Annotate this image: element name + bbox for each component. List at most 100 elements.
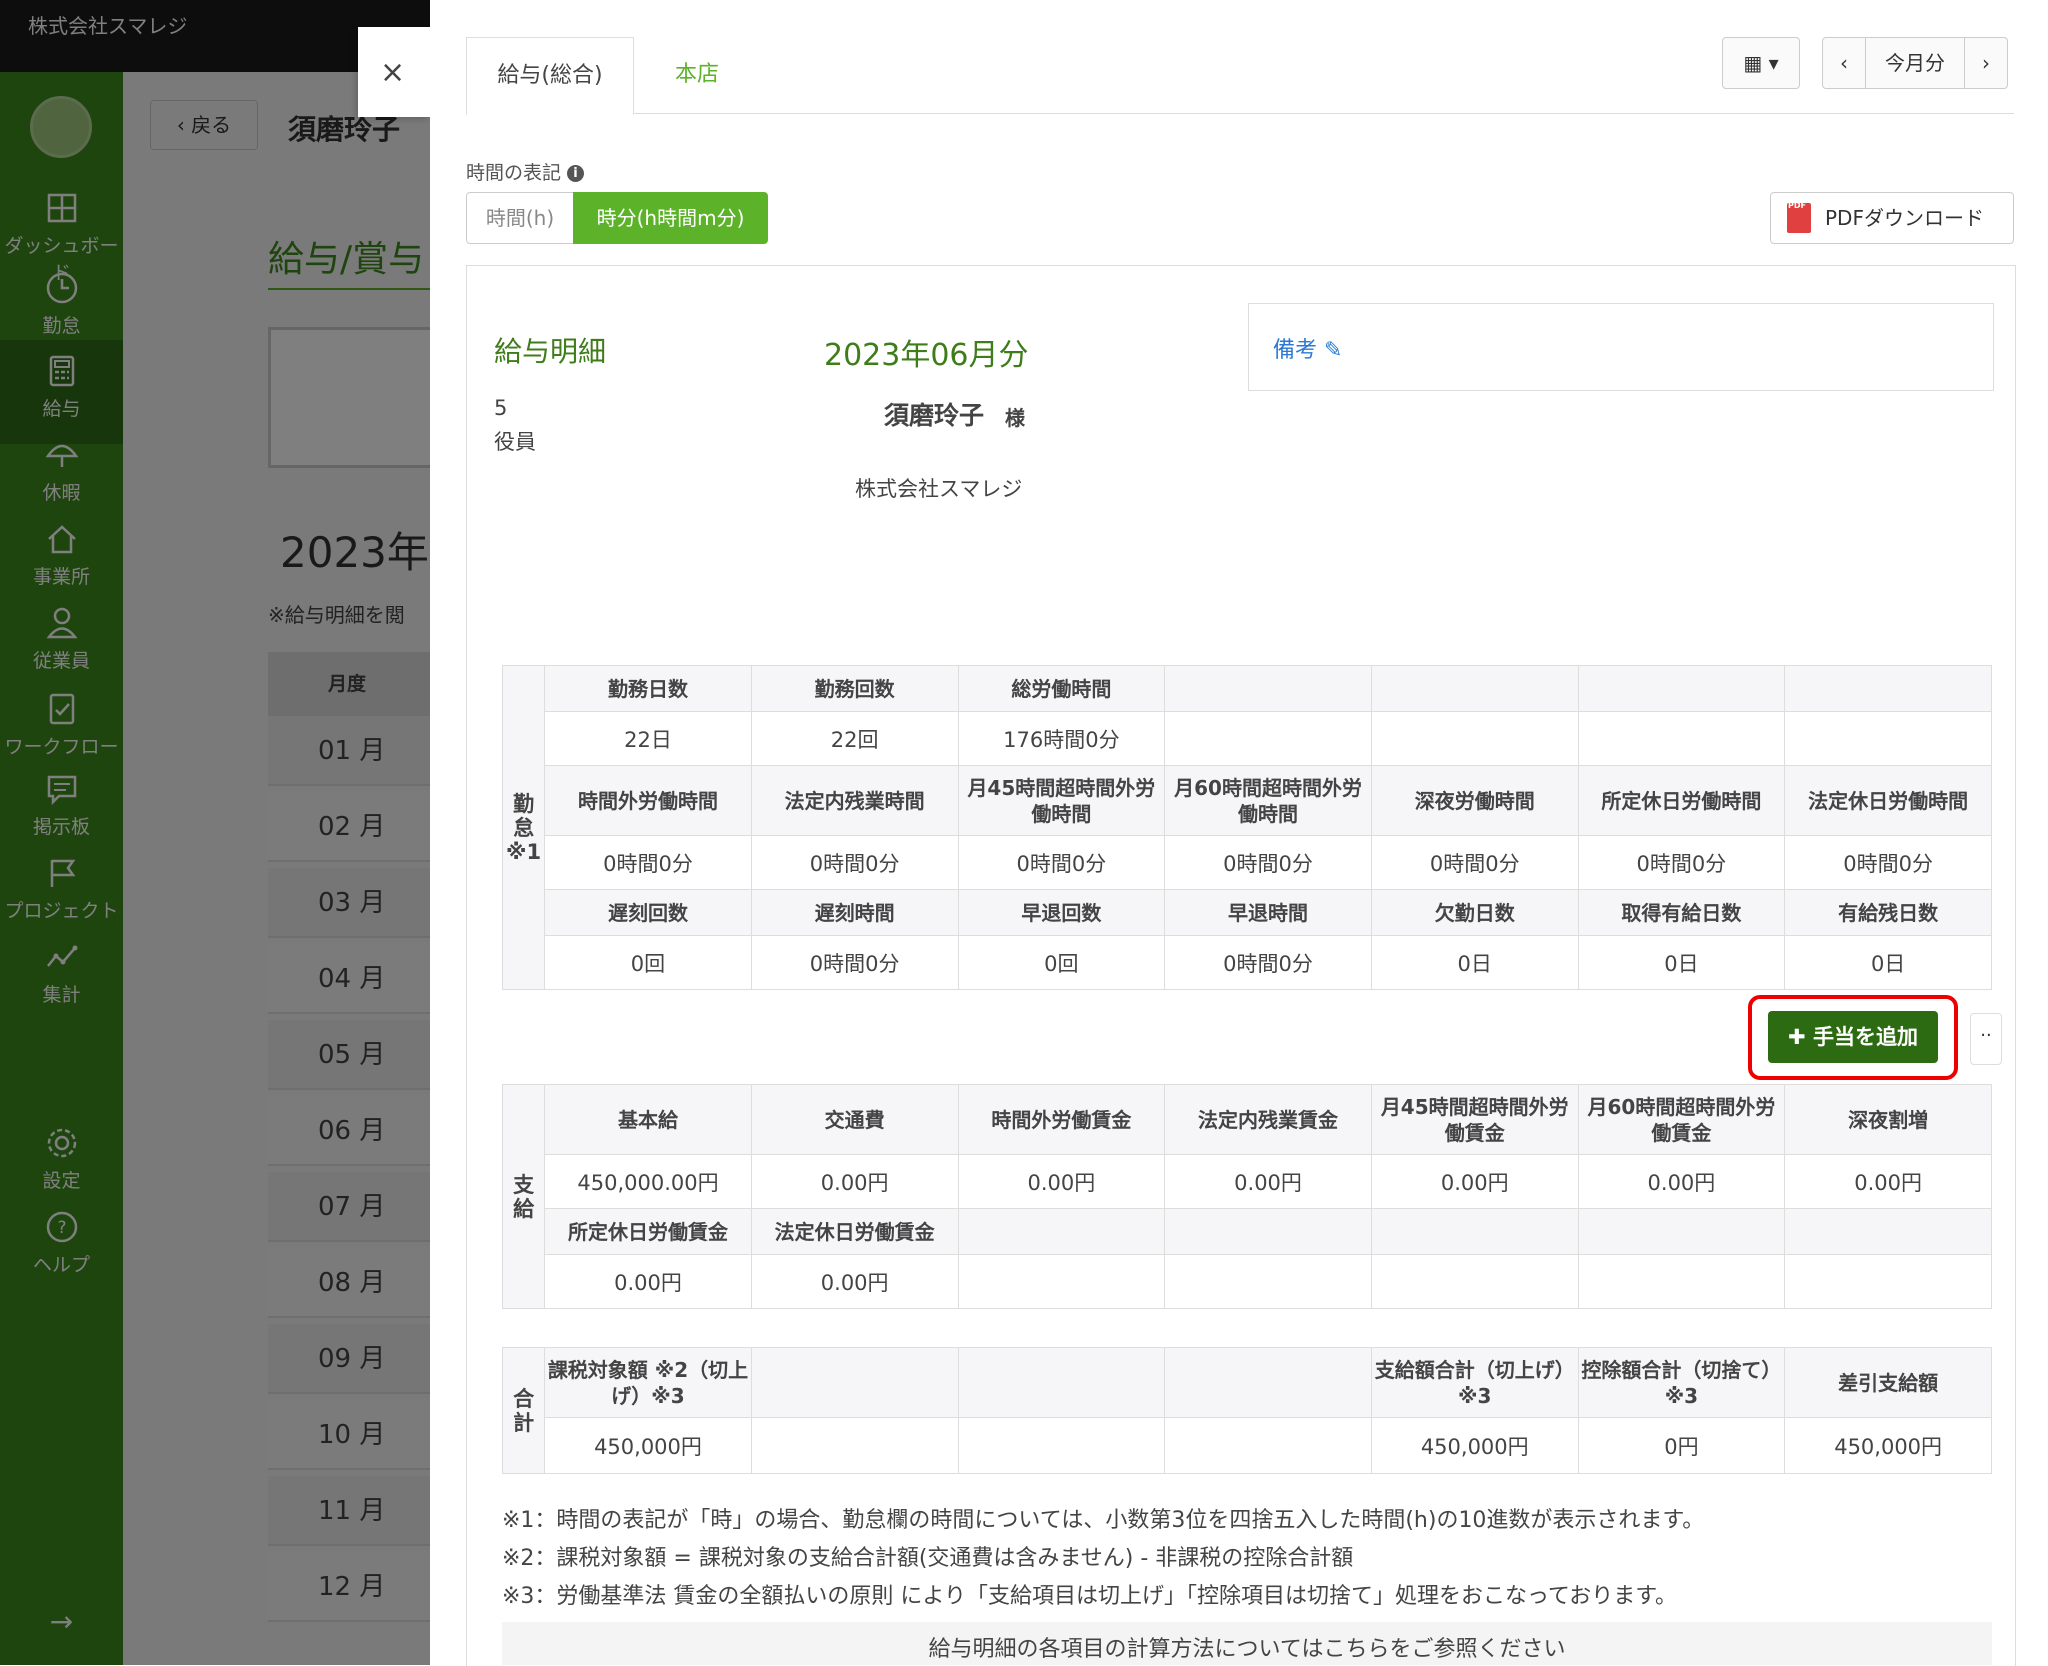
column-header: 支給額合計（切上げ）※3 (1370, 1347, 1579, 1418)
pdf-download-button[interactable]: PDFダウンロード (1770, 181, 2014, 244)
column-header (957, 1347, 1166, 1418)
table-cell (1370, 1254, 1579, 1309)
chevron-left-icon: ‹ (1840, 51, 1848, 75)
table-cell (750, 1417, 959, 1474)
info-icon[interactable]: i (567, 165, 585, 182)
table-cell: 450,000円 (544, 1417, 752, 1474)
remarks-edit-link[interactable]: 備考 ✎ (1273, 332, 1342, 364)
table-cell: 0時間0分 (544, 835, 752, 890)
column-header (1577, 1208, 1786, 1255)
column-header: 月45時間超時間外労働賃金 (1370, 1084, 1579, 1155)
pencil-icon: ✎ (1324, 338, 1343, 363)
attendance-table: 勤怠※1 勤務日数 勤務回数 総労働時間 22日 22回 176時間0分 時間外労働時間 法定内… (501, 665, 1992, 990)
time-notation-label: 時間の表記 i (466, 158, 585, 185)
table-cell: 0時間0分 (1164, 835, 1372, 890)
tab-total-pay[interactable]: 給与(総合) (466, 37, 634, 115)
column-header (1164, 1208, 1372, 1255)
table-cell: 0.00円 (957, 1154, 1166, 1209)
tab-main-store[interactable]: 本店 (642, 37, 752, 113)
caret-down-icon: ▾ (1768, 51, 1779, 75)
column-header: 時間外労働時間 (544, 765, 752, 836)
time-hours-option[interactable]: 時間(h) (466, 192, 574, 244)
column-header (1164, 665, 1372, 712)
company-name-slip: 株式会社スマレジ (855, 477, 1023, 501)
more-options-button[interactable]: ·· (1970, 1013, 2002, 1065)
employee-name: 須磨玲子 (884, 401, 985, 430)
table-cell: 0日 (1370, 935, 1579, 990)
table-cell: 0.00円 (750, 1154, 959, 1209)
payslip-modal: 給与(総合) 本店 ▦ ▾ ‹ 今月分 › 時間の表記 i 時間(h) 時分(h時… (430, 0, 2048, 1666)
current-month-button[interactable]: 今月分 (1865, 37, 1965, 89)
column-header: 所定休日労働賃金 (544, 1208, 752, 1255)
footnote-2: ※2：課税対象額 = 課税対象の支給合計額(交通費は含みません) - 非課税の控… (502, 1546, 1354, 1571)
totals-table: 合計 課税対象額 ※2（切上げ）※3 支給額合計（切上げ）※3 控除額合計（切捨て）※… (501, 1347, 1992, 1474)
column-header: 欠勤日数 (1370, 889, 1579, 936)
table-cell: 450,000円 (1784, 1417, 1992, 1474)
employee-number: 5 (494, 396, 508, 420)
table-cell: 0時間0分 (1164, 935, 1372, 990)
table-cell: 450,000円 (1370, 1417, 1579, 1474)
column-header (1164, 1347, 1372, 1418)
table-cell: 22日 (544, 711, 752, 766)
table-cell (1784, 1254, 1992, 1309)
table-cell: 0.00円 (1370, 1154, 1579, 1209)
add-allowance-button[interactable]: ✚ 手当を追加 (1768, 1011, 1938, 1063)
payment-table: 支給 基本給 交通費 時間外労働賃金 法定内残業賃金 月45時間超時間外労働賃金 月60時間… (501, 1084, 1992, 1309)
payslip-month: 2023年06月分 (824, 338, 1029, 373)
column-header: 深夜労働時間 (1370, 765, 1579, 836)
calendar-dropdown-button[interactable]: ▦ ▾ (1722, 37, 1800, 89)
column-header: 法定休日労働賃金 (750, 1208, 959, 1255)
section-side-label: 合計 (501, 1347, 546, 1474)
time-hours-minutes-option[interactable]: 時分(h時間m分) (573, 192, 768, 244)
column-header (957, 1208, 1166, 1255)
column-header: 勤務回数 (750, 665, 959, 712)
section-side-label: 勤怠※1 (501, 665, 546, 990)
table-cell: 0時間0分 (1577, 835, 1786, 890)
column-header (1370, 665, 1579, 712)
chevron-right-icon: › (1982, 51, 1990, 75)
column-header: 控除額合計（切捨て）※3 (1577, 1347, 1786, 1418)
column-header: 深夜割増 (1784, 1084, 1992, 1155)
column-header: 法定内残業賃金 (1164, 1084, 1372, 1155)
close-button[interactable]: × (358, 27, 430, 117)
table-cell: 0円 (1577, 1417, 1786, 1474)
column-header: 早退時間 (1164, 889, 1372, 936)
table-cell: 0.00円 (1784, 1154, 1992, 1209)
column-header: 差引支給額 (1784, 1347, 1992, 1418)
table-cell: 0回 (957, 935, 1166, 990)
column-header (1784, 665, 1992, 712)
column-header: 有給残日数 (1784, 889, 1992, 936)
column-header (750, 1347, 959, 1418)
employee-role: 役員 (494, 430, 536, 454)
column-header: 交通費 (750, 1084, 959, 1155)
column-header: 課税対象額 ※2（切上げ）※3 (544, 1347, 752, 1418)
table-cell (1370, 711, 1579, 766)
footnote-3: ※3：労働基準法 賃金の全額払いの原則 により「支給項目は切上げ」「控除項目は切… (502, 1584, 1678, 1609)
column-header: 月60時間超時間外労働賃金 (1577, 1084, 1786, 1155)
column-header: 法定内残業時間 (750, 765, 959, 836)
table-cell: 22回 (750, 711, 959, 766)
table-cell: 0時間0分 (750, 835, 959, 890)
table-cell (957, 1417, 1166, 1474)
column-header: 遅刻時間 (750, 889, 959, 936)
prev-month-button[interactable]: ‹ (1822, 37, 1866, 89)
table-cell (1164, 1254, 1372, 1309)
table-cell: 0日 (1784, 935, 1992, 990)
table-cell: 0回 (544, 935, 752, 990)
table-cell: 0時間0分 (1784, 835, 1992, 890)
calendar-icon: ▦ (1743, 51, 1763, 75)
calculation-help-link[interactable]: 給与明細の各項目の計算方法についてはこちらをご参照ください (502, 1622, 1992, 1665)
table-cell: 176時間0分 (957, 711, 1166, 766)
honorific: 様 (1005, 406, 1025, 430)
table-cell: 0日 (1577, 935, 1786, 990)
table-cell (1164, 711, 1372, 766)
footnote-1: ※1：時間の表記が「時」の場合、勤怠欄の時間については、小数第3位を四捨五入した… (502, 1508, 1705, 1533)
next-month-button[interactable]: › (1964, 37, 2008, 89)
table-cell: 450,000.00円 (544, 1154, 752, 1209)
table-cell: 0時間0分 (957, 835, 1166, 890)
table-cell: 0.00円 (1577, 1154, 1786, 1209)
column-header: 基本給 (544, 1084, 752, 1155)
plus-icon: ✚ (1788, 1025, 1813, 1049)
column-header: 総労働時間 (957, 665, 1166, 712)
payslip-title: 給与明細 (494, 335, 607, 368)
